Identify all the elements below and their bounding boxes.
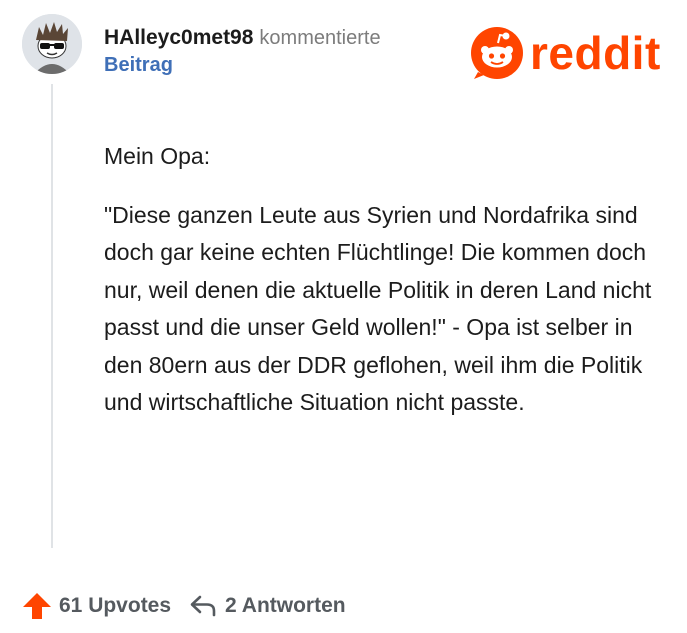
reply-icon — [190, 595, 216, 617]
avatar[interactable] — [22, 14, 82, 74]
reply-count: 2 Antworten — [225, 594, 346, 617]
comment-text: "Diese ganzen Leute aus Syrien und Norda… — [104, 201, 652, 416]
upvote-count: 61 Upvotes — [59, 594, 172, 617]
comment-footer: 61 Upvotes 2 Antworten — [22, 592, 346, 620]
comment-intro: Mein Opa: — [104, 143, 211, 169]
reddit-snoo-icon — [471, 27, 523, 79]
comment-header: HAlleyc0met98 kommentierte — [104, 26, 381, 50]
upvote-button[interactable]: 61 Upvotes — [22, 592, 171, 620]
reply-button[interactable]: 2 Antworten — [189, 594, 346, 618]
username-link[interactable]: HAlleyc0met98 — [104, 26, 253, 49]
post-link[interactable]: Beitrag — [104, 54, 173, 77]
upvote-arrow-icon — [23, 593, 51, 619]
reddit-wordmark: reddit — [530, 27, 661, 79]
reddit-logo: reddit — [470, 26, 661, 80]
comment-body: Mein Opa: "Diese ganzen Leute aus Syrien… — [104, 138, 664, 422]
thread-line[interactable] — [51, 84, 53, 548]
comment-action-text: kommentierte — [259, 27, 381, 49]
